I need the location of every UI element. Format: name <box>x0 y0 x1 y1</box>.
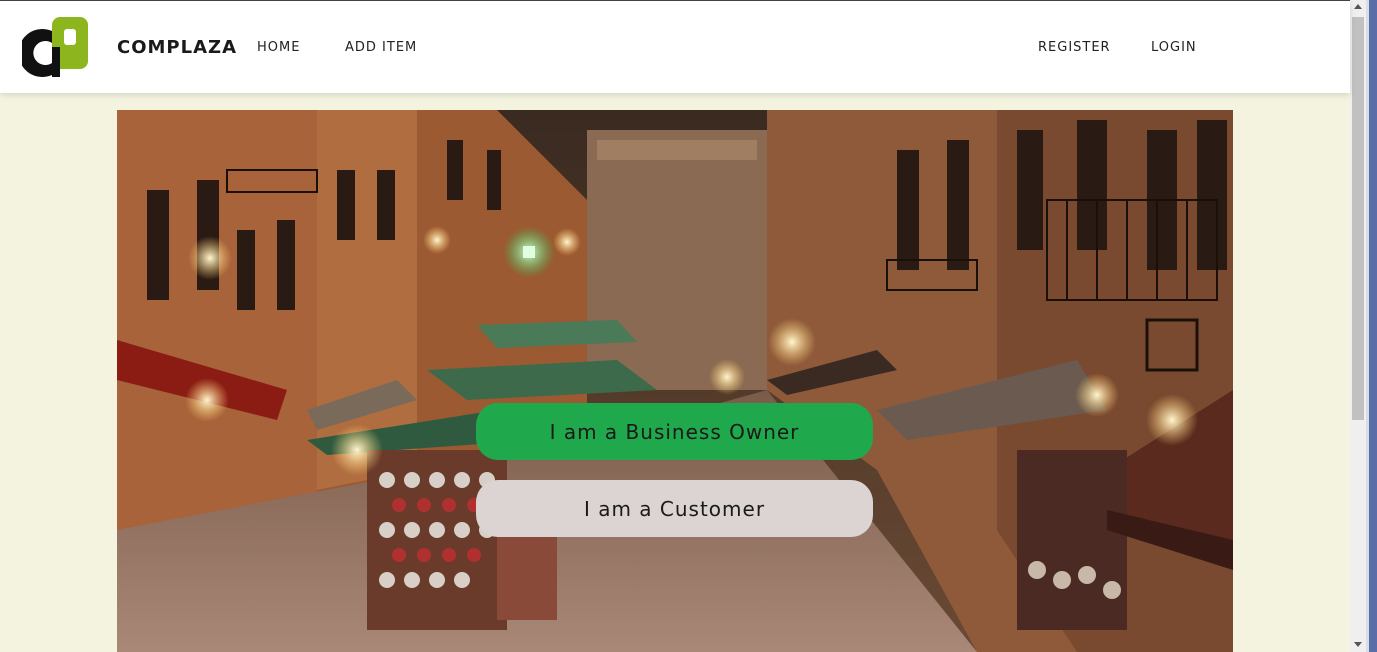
business-owner-button[interactable]: I am a Business Owner <box>476 403 873 460</box>
nav-register-link[interactable]: REGISTER <box>1038 40 1111 55</box>
nav-home-link[interactable]: HOME <box>257 40 300 55</box>
complaza-logo[interactable] <box>22 17 88 77</box>
hero-illustration <box>117 110 1233 652</box>
scroll-down-arrow-icon[interactable] <box>1354 642 1362 647</box>
customer-button[interactable]: I am a Customer <box>476 480 873 537</box>
scrollbar-thumb[interactable] <box>1352 17 1364 420</box>
hero-market-street-image <box>117 110 1233 652</box>
nav-login-link[interactable]: LOGIN <box>1151 40 1197 55</box>
scroll-up-arrow-icon[interactable] <box>1354 4 1362 9</box>
brand-name[interactable]: COMPLAZA <box>117 37 237 58</box>
navbar: COMPLAZA HOME ADD ITEM REGISTER LOGIN <box>0 1 1350 93</box>
nav-add-item-link[interactable]: ADD ITEM <box>345 40 417 55</box>
vertical-scrollbar[interactable] <box>1350 0 1366 652</box>
window-edge-highlight <box>1366 0 1369 652</box>
window-right-edge <box>1366 0 1377 652</box>
